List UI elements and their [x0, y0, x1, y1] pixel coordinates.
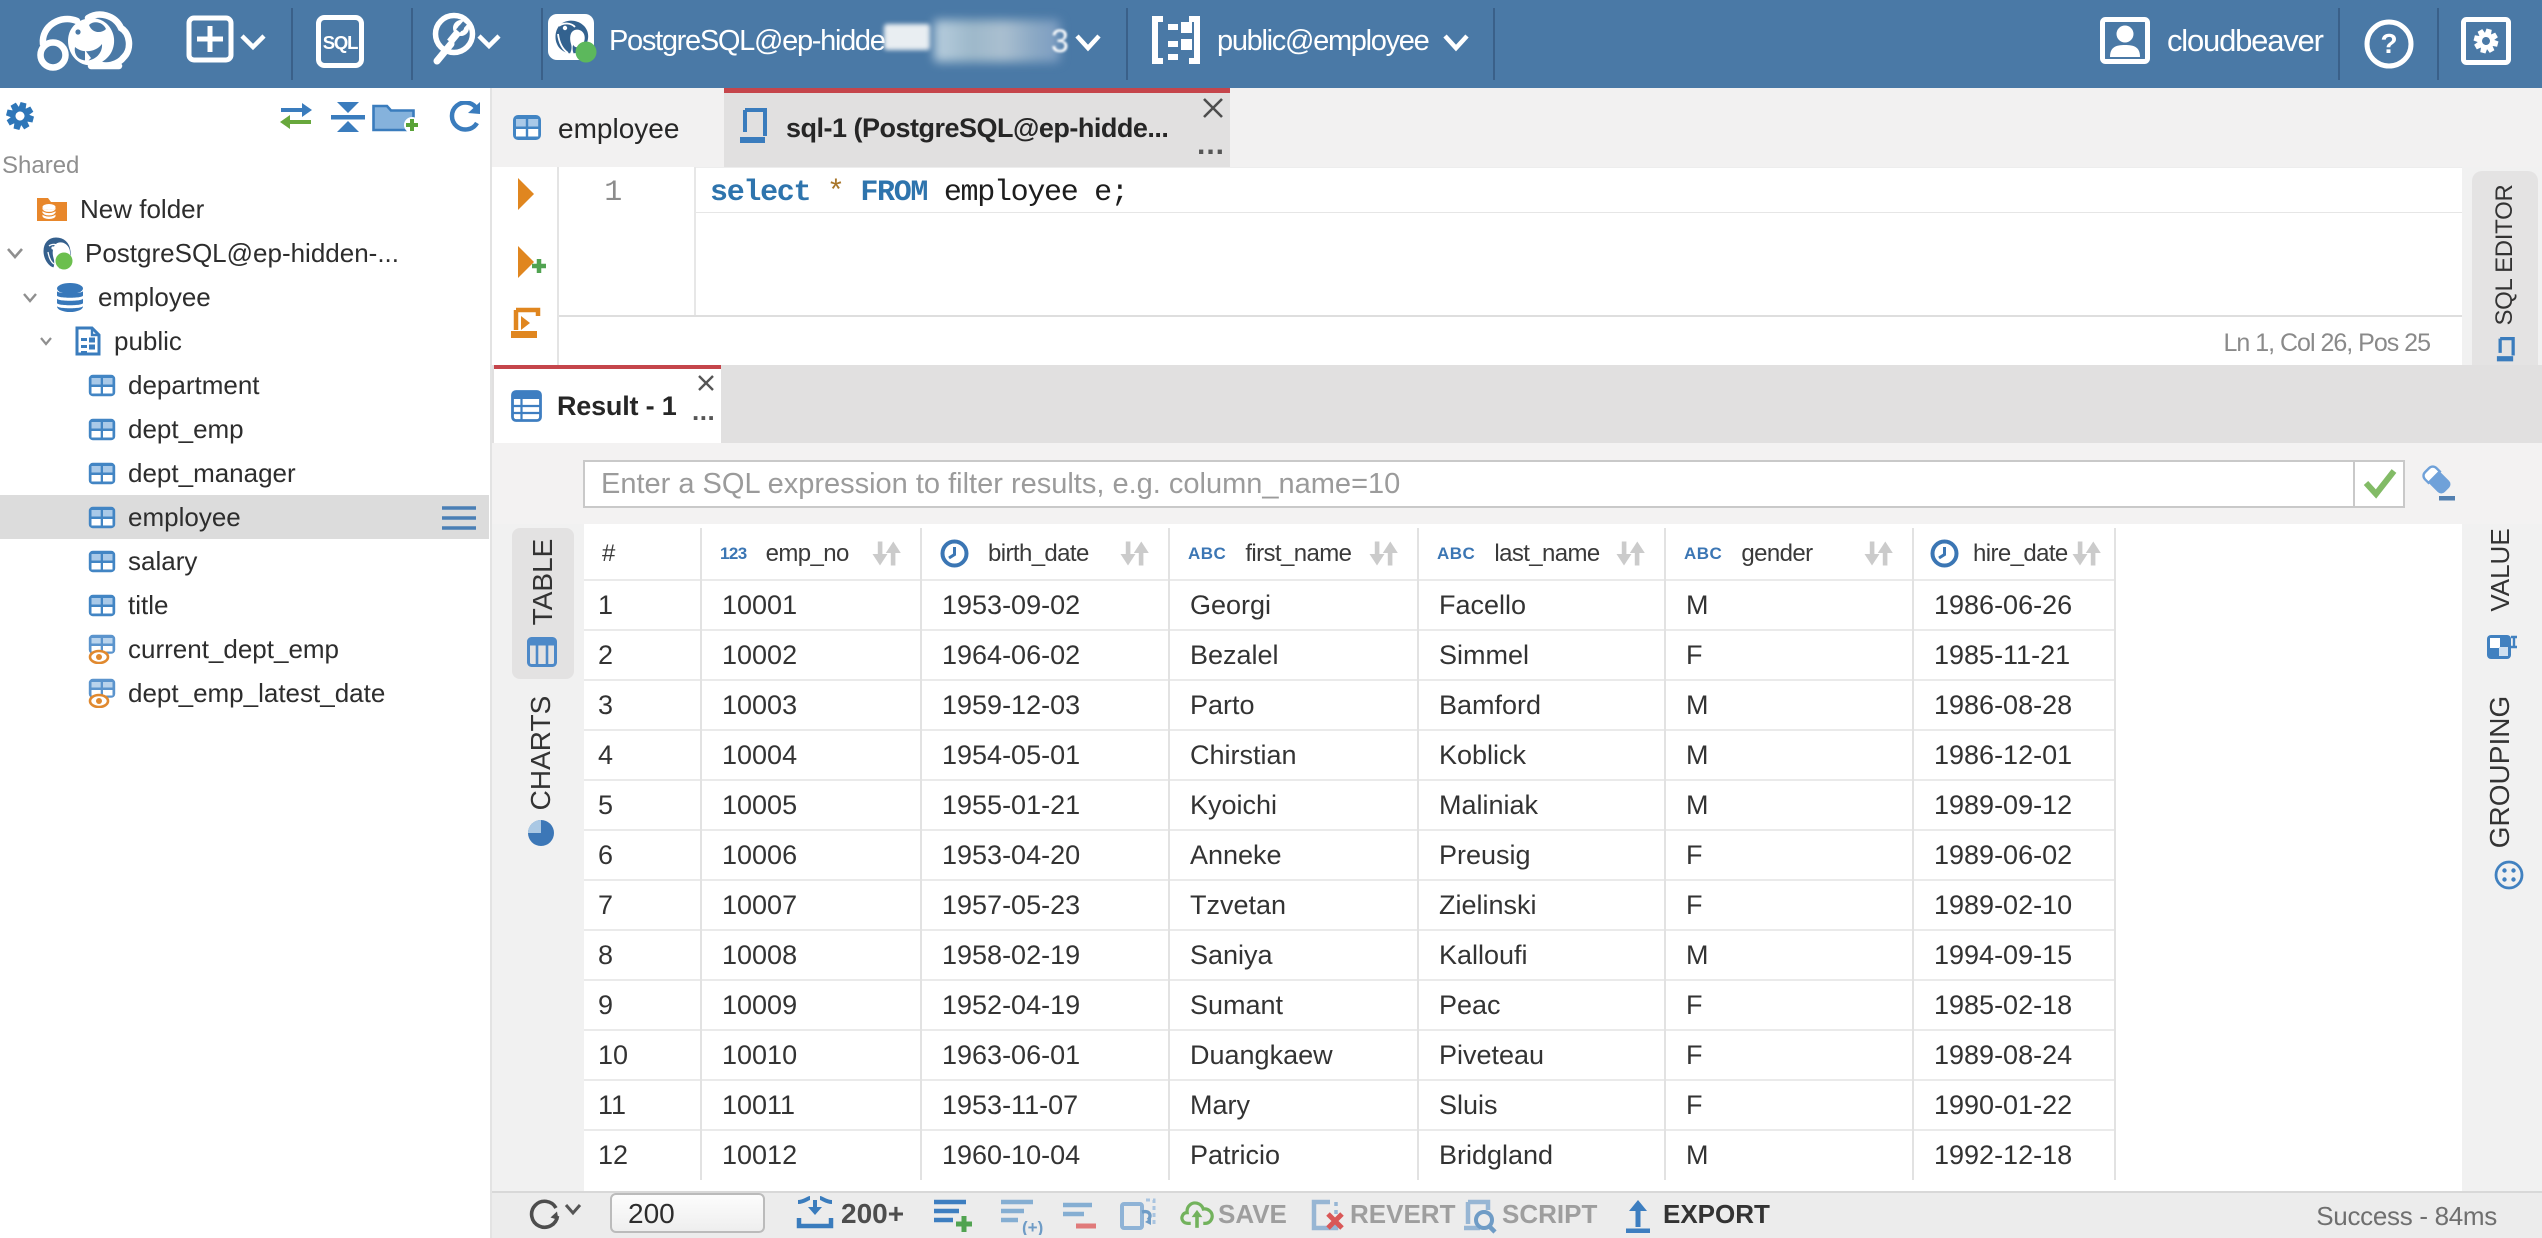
svg-text:(+): (+) — [1022, 1218, 1043, 1235]
svg-text:SQL: SQL — [323, 32, 358, 53]
svg-text:?: ? — [2380, 28, 2397, 59]
